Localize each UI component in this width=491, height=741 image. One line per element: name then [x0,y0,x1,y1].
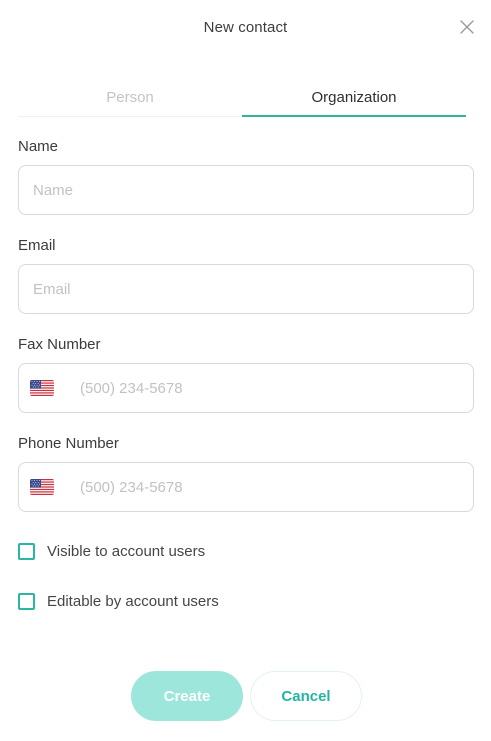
contact-type-tabs: Person Organization [18,86,466,117]
email-input[interactable] [33,280,459,298]
phone-number-field[interactable] [18,462,474,512]
email-field[interactable] [18,264,474,314]
cancel-button[interactable]: Cancel [250,671,362,721]
close-button[interactable] [458,18,476,36]
phone-number-input[interactable] [80,478,459,496]
visible-to-account-users-label: Visible to account users [47,542,206,560]
tab-organization[interactable]: Organization [242,86,466,117]
phone-number-label: Phone Number [18,435,119,452]
us-flag-icon [30,479,54,495]
dialog-title: New contact [203,19,288,36]
name-label: Name [18,138,59,155]
fax-number-input[interactable] [80,379,459,397]
fax-number-label: Fax Number [18,336,101,353]
editable-by-account-users-checkbox[interactable] [18,592,35,610]
close-icon [460,20,474,34]
fax-number-field[interactable] [18,363,474,413]
editable-by-account-users-option[interactable]: Editable by account users [18,591,219,611]
name-field[interactable] [18,165,474,215]
name-input[interactable] [33,181,459,199]
visible-to-account-users-checkbox[interactable] [18,542,35,560]
country-selector[interactable] [30,479,54,495]
tab-person[interactable]: Person [18,86,242,116]
visible-to-account-users-option[interactable]: Visible to account users [18,541,205,561]
us-flag-icon [30,380,54,396]
email-label: Email [18,237,56,254]
editable-by-account-users-label: Editable by account users [47,592,219,610]
country-selector[interactable] [30,380,54,396]
create-button[interactable]: Create [131,671,243,721]
